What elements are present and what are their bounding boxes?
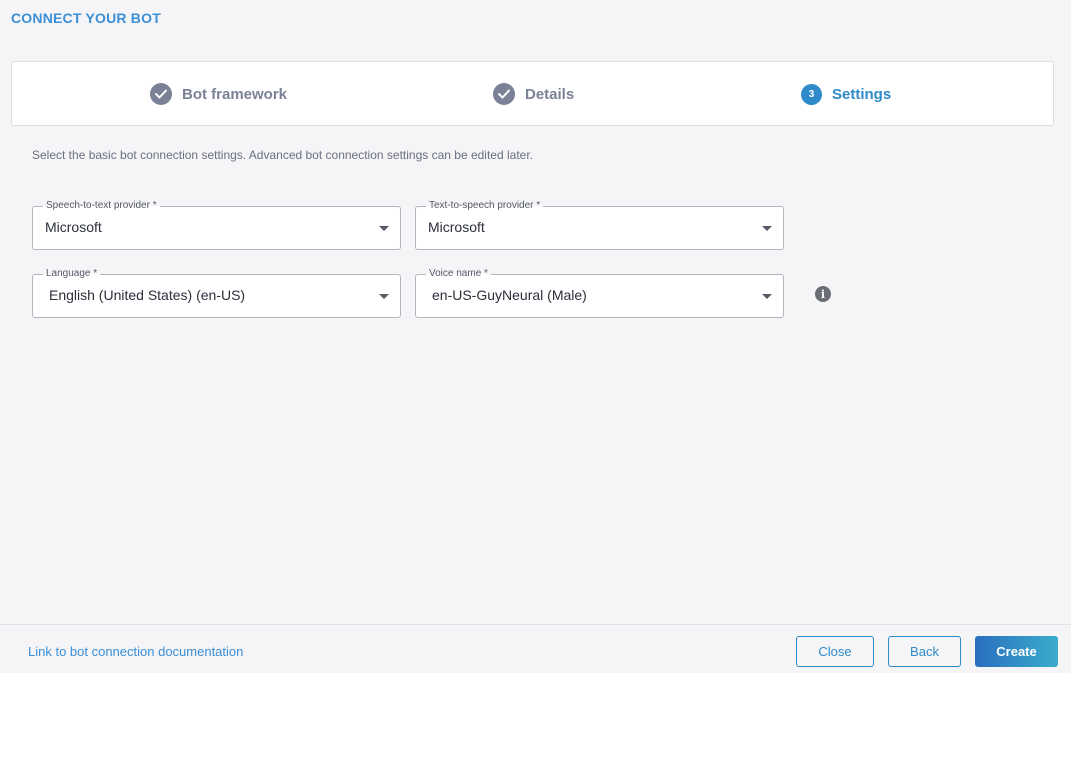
step-label: Settings [832, 85, 892, 103]
field-label: Text-to-speech provider * [426, 200, 544, 212]
tts-provider-select[interactable]: Text-to-speech provider * Microsoft [415, 200, 784, 250]
caret-down-icon [762, 226, 772, 231]
field-label: Language * [43, 268, 101, 280]
create-button[interactable]: Create [975, 636, 1058, 667]
stepper: Bot framework Details 3 Settings [11, 61, 1054, 126]
dialog-title: CONNECT YOUR BOT [11, 10, 161, 26]
field-label: Speech-to-text provider * [43, 200, 160, 212]
dialog-footer: Link to bot connection documentation Clo… [0, 624, 1071, 673]
step-label: Bot framework [182, 85, 288, 103]
documentation-link[interactable]: Link to bot connection documentation [28, 644, 243, 659]
step-details[interactable]: Details [493, 82, 574, 106]
info-icon[interactable]: i [815, 286, 831, 302]
field-label: Voice name * [426, 268, 491, 280]
caret-down-icon [379, 226, 389, 231]
language-select[interactable]: Language * English (United States) (en-U… [32, 268, 401, 318]
step-label: Details [525, 85, 575, 103]
voice-name-select[interactable]: Voice name * en-US-GuyNeural (Male) [415, 268, 784, 318]
stt-provider-select[interactable]: Speech-to-text provider * Microsoft [32, 200, 401, 250]
caret-down-icon [379, 294, 389, 299]
caret-down-icon [762, 294, 772, 299]
field-value: en-US-GuyNeural (Male) [432, 287, 587, 303]
back-button[interactable]: Back [888, 636, 961, 667]
check-icon [150, 83, 172, 105]
step-number: 3 [801, 83, 822, 105]
dialog-description: Select the basic bot connection settings… [32, 148, 533, 162]
field-value: English (United States) (en-US) [49, 287, 246, 303]
field-value: Microsoft [45, 219, 102, 235]
check-icon [493, 83, 515, 105]
step-bot-framework[interactable]: Bot framework [150, 82, 287, 106]
field-value: Microsoft [428, 219, 485, 235]
step-settings[interactable]: 3 Settings [801, 82, 891, 106]
connect-bot-dialog: CONNECT YOUR BOT Bot framework Details 3… [0, 0, 1071, 673]
close-button[interactable]: Close [796, 636, 874, 667]
